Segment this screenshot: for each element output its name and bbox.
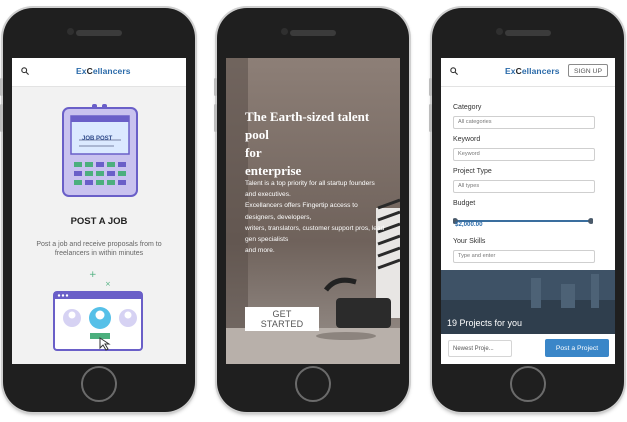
projects-banner: 19 Projects for you (441, 270, 615, 334)
volume-button (214, 104, 217, 132)
app-logo[interactable]: ExCellancers (505, 66, 560, 76)
svg-text:×: × (105, 280, 111, 288)
phone-mockup-landing: The Earth-sized talent pool for enterpri… (214, 8, 409, 412)
category-select[interactable]: All categories (453, 116, 595, 129)
project-type-select[interactable]: All types (453, 180, 595, 193)
post-job-description: Post a job and receive proposals from to… (36, 241, 162, 257)
headline-line: The Earth-sized talent pool (245, 109, 370, 142)
logo-text: ellancers (521, 66, 560, 76)
headline-line: for (245, 145, 262, 160)
body-line: Talent is a top priority for all startup… (245, 180, 375, 199)
front-camera (496, 28, 503, 35)
project-type-label: Project Type (453, 168, 492, 175)
body-line: and more. (245, 247, 275, 255)
freelancers-illustration: + × (53, 270, 143, 351)
home-button (81, 366, 117, 402)
speaker-grille (290, 30, 336, 36)
post-project-button[interactable]: Post a Project (545, 339, 609, 357)
hero-body-text: Talent is a top priority for all startup… (245, 178, 387, 256)
job-post-illustration (62, 104, 138, 197)
phone-screen: ExCellancers JOB POST POST A JOB Post a … (12, 58, 186, 364)
speaker-grille (76, 30, 122, 36)
body-line: writers, translators, customer support p… (245, 224, 385, 244)
search-icon[interactable] (21, 67, 29, 75)
volume-button (429, 104, 432, 132)
home-button (295, 366, 331, 402)
category-label: Category (453, 104, 482, 111)
front-camera (67, 28, 74, 35)
logo-text: Ex (76, 66, 87, 76)
logo-text: ellancers (92, 66, 131, 76)
volume-button (429, 78, 432, 96)
budget-label: Budget (453, 200, 476, 207)
search-icon[interactable] (450, 67, 458, 75)
volume-button (0, 104, 3, 132)
app-header: ExCellancers SIGN UP (441, 58, 615, 87)
volume-button (0, 78, 3, 96)
keyword-label: Keyword (453, 136, 481, 143)
skills-input[interactable]: Type and enter (453, 250, 595, 263)
hero-headline: The Earth-sized talent pool for enterpri… (245, 108, 395, 180)
slider-handle-max[interactable] (588, 218, 593, 224)
projects-count: 19 Projects for you (447, 318, 523, 328)
app-header: ExCellancers (12, 58, 186, 87)
phone-mockup-post-job: ExCellancers JOB POST POST A JOB Post a … (0, 8, 195, 412)
keyword-input[interactable]: Keyword (453, 148, 595, 161)
skills-label: Your Skills (453, 238, 486, 245)
phone-screen: The Earth-sized talent pool for enterpri… (226, 58, 400, 364)
speaker-grille (505, 30, 551, 36)
phone-mockup-projects: ExCellancers SIGN UP Category All catego… (429, 8, 624, 412)
sort-select[interactable]: Newest Proje... (448, 340, 512, 357)
volume-button (214, 78, 217, 96)
svg-text:+: + (89, 270, 97, 280)
get-started-button[interactable]: GET STARTED (245, 307, 319, 331)
body-line: Excellancers offers Fingertip access to … (245, 202, 358, 221)
phone-screen: ExCellancers SIGN UP Category All catego… (441, 58, 615, 364)
post-job-title: POST A JOB (70, 216, 128, 227)
app-logo[interactable]: ExCellancers (76, 66, 131, 76)
front-camera (281, 28, 288, 35)
logo-text: Ex (505, 66, 516, 76)
budget-value: $2,000.00 (455, 221, 483, 228)
home-button (510, 366, 546, 402)
projects-toolbar: Newest Proje... Post a Project (441, 334, 615, 364)
job-post-card-label: JOB POST (82, 136, 113, 142)
sign-up-button[interactable]: SIGN UP (568, 64, 608, 77)
